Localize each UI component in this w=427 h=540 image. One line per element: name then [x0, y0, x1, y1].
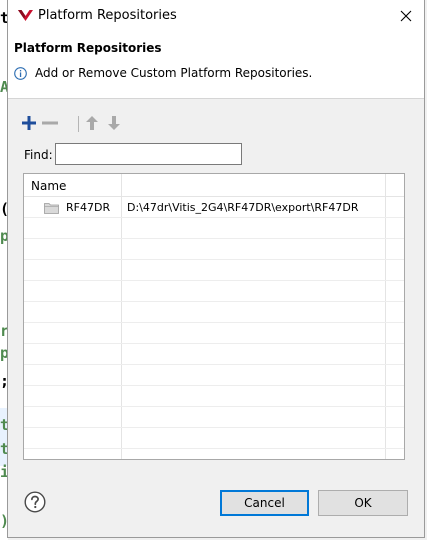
table-row[interactable]: RF47DR D:\47dr\Vitis_2G4\RF47DR\export\R… — [24, 197, 404, 218]
find-input[interactable] — [55, 143, 242, 165]
table-row — [24, 428, 404, 449]
dialog-header: Platform Repositories Add or Remove Cust… — [8, 32, 424, 99]
add-repository-button[interactable] — [20, 113, 38, 133]
app-logo-icon — [18, 10, 33, 21]
cancel-button[interactable]: Cancel — [220, 490, 309, 516]
arrow-up-icon — [86, 116, 98, 130]
table-row — [24, 218, 404, 239]
repositories-table[interactable]: Name RF47DR D:\47dr\Vitis_2G4\RF47DR\exp… — [23, 173, 405, 460]
table-row — [24, 323, 404, 344]
folder-icon — [44, 202, 59, 214]
table-row — [24, 407, 404, 428]
title-bar[interactable]: Platform Repositories — [8, 0, 424, 32]
platform-repositories-dialog: Platform Repositories Platform Repositor… — [7, 0, 425, 538]
ok-button[interactable]: OK — [318, 490, 408, 516]
table-row — [24, 302, 404, 323]
window-title: Platform Repositories — [38, 8, 177, 23]
table-row — [24, 365, 404, 386]
find-label: Find: — [24, 148, 53, 162]
help-icon[interactable] — [24, 491, 46, 513]
close-icon — [400, 10, 412, 22]
table-row — [24, 344, 404, 365]
repository-name-cell: RF47DR — [44, 201, 110, 214]
header-message: Add or Remove Custom Platform Repositori… — [35, 66, 313, 80]
table-row — [24, 386, 404, 407]
move-down-button[interactable] — [105, 113, 123, 133]
minus-icon — [42, 121, 58, 125]
remove-repository-button[interactable] — [41, 113, 59, 133]
toolbar-separator — [78, 116, 79, 132]
repository-name: RF47DR — [66, 201, 111, 214]
table-row — [24, 281, 404, 302]
table-body: RF47DR D:\47dr\Vitis_2G4\RF47DR\export\R… — [24, 197, 404, 449]
column-header-name[interactable]: Name — [31, 179, 66, 193]
repository-path: D:\47dr\Vitis_2G4\RF47DR\export\RF47DR — [127, 201, 359, 214]
plus-icon — [22, 116, 36, 130]
table-header: Name — [24, 174, 404, 197]
table-row — [24, 239, 404, 260]
table-row — [24, 260, 404, 281]
header-title: Platform Repositories — [14, 41, 162, 55]
info-icon — [14, 67, 27, 80]
close-button[interactable] — [388, 0, 424, 32]
move-up-button[interactable] — [83, 113, 101, 133]
arrow-down-icon — [108, 116, 120, 130]
